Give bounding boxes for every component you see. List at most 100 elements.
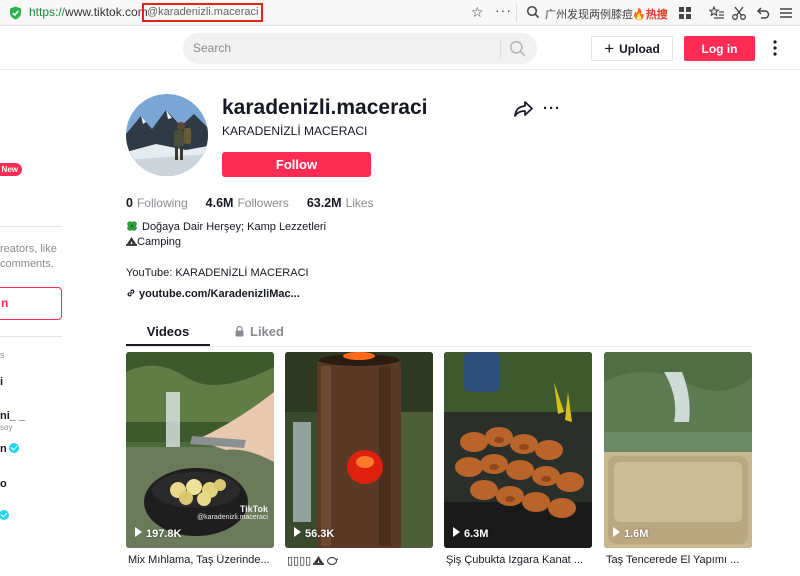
search-icon[interactable]: [526, 5, 540, 19]
profile-avatar: [126, 94, 208, 176]
view-count-value: 197.8K: [146, 528, 182, 540]
browser-menu-icon[interactable]: [778, 5, 794, 21]
sidebar-promo-line2: comments.: [0, 258, 54, 270]
view-count-value: 1.6M: [624, 528, 649, 540]
followers-label: Followers: [237, 196, 289, 210]
video-card[interactable]: 56.3K: [285, 352, 433, 548]
url-scheme: https://: [29, 5, 66, 19]
sidebar-account-subtitle: soy: [0, 423, 13, 432]
browser-toolbar: https://www.tiktok.com @karadenizli.mace…: [0, 0, 800, 26]
play-icon: [613, 527, 620, 537]
upload-button[interactable]: + Upload: [591, 36, 673, 61]
profile-more-icon[interactable]: ···: [543, 100, 561, 117]
video-caption-text: ▯▯▯▯: [287, 555, 312, 567]
video-caption[interactable]: Taş Tencerede El Yapımı ...: [606, 554, 754, 566]
tab-videos[interactable]: Videos: [126, 318, 210, 346]
following-label: Following: [136, 196, 188, 210]
video-card[interactable]: TikTok @karadenizli.maceraci 197.8K: [126, 352, 274, 548]
bookmark-star-icon[interactable]: ☆: [471, 4, 484, 21]
video-card[interactable]: 6.3M: [444, 352, 592, 548]
bio-line1-text: Doğaya Dair Herşey; Kamp Lezzetleri: [142, 221, 327, 233]
followers-stat[interactable]: 4.6M Followers: [206, 196, 289, 210]
bio-line: Camping: [126, 236, 181, 248]
sidebar-account-name[interactable]: i: [0, 376, 3, 388]
camping-icon: [313, 556, 325, 565]
profile-nickname: KARADENİZLİ MACERACI: [222, 124, 368, 138]
sidebar-login-label: n: [1, 296, 9, 310]
view-count: 197.8K: [135, 527, 181, 540]
profile-stats: 0 Following 4.6M Followers 63.2M Likes: [126, 196, 392, 210]
avatar-image: [126, 94, 208, 176]
likes-count: 63.2M: [306, 196, 342, 210]
tab-liked-label: Liked: [250, 324, 284, 339]
sidebar-login-button[interactable]: n: [0, 287, 62, 320]
video-caption[interactable]: Mix Mıhlama, Taş Üzerinde...: [128, 554, 276, 566]
url-host: www.tiktok.com: [65, 5, 148, 19]
teapot-icon: [327, 556, 339, 565]
video-thumbnail: [444, 352, 592, 548]
news-ticker[interactable]: 广州发现两例膝痘: [545, 6, 633, 22]
upload-label: Upload: [619, 41, 660, 56]
sidebar-account-name: n: [0, 443, 7, 455]
more-options-icon[interactable]: [770, 39, 780, 57]
video-caption[interactable]: ▯▯▯▯: [287, 554, 435, 567]
video-caption[interactable]: Şiş Çubukta Izgara Kanat ...: [446, 554, 594, 566]
profile-link[interactable]: youtube.com/KaradenizliMac...: [126, 288, 300, 300]
bio-line: Doğaya Dair Herşey; Kamp Lezzetleri: [126, 220, 326, 233]
sidebar-account-item[interactable]: n: [0, 443, 19, 455]
video-thumbnail: [285, 352, 433, 548]
share-icon[interactable]: [514, 100, 533, 118]
undo-icon[interactable]: [755, 5, 771, 21]
view-count-value: 6.3M: [464, 528, 489, 540]
following-stat[interactable]: 0 Following: [126, 196, 188, 210]
search-divider: [500, 40, 501, 58]
toolbar-divider: [516, 4, 517, 22]
address-bar[interactable]: https://www.tiktok.com: [29, 5, 148, 19]
tab-liked[interactable]: Liked: [232, 318, 316, 346]
lock-icon: [235, 326, 244, 337]
scissors-icon[interactable]: [731, 5, 747, 21]
view-count: 6.3M: [453, 527, 488, 540]
following-count: 0: [126, 196, 133, 210]
camping-icon: [126, 237, 137, 246]
clover-icon: [127, 221, 137, 231]
search-bar[interactable]: Search: [183, 33, 537, 64]
verified-badge-icon: [0, 510, 9, 520]
verified-badge-icon: [8, 443, 19, 453]
view-count: 1.6M: [613, 527, 648, 540]
sidebar-account-name[interactable]: o: [0, 478, 7, 490]
apps-grid-icon[interactable]: [677, 5, 693, 21]
follow-button[interactable]: Follow: [222, 152, 371, 177]
followers-count: 4.6M: [205, 196, 234, 210]
video-card[interactable]: 1.6M: [604, 352, 752, 548]
url-path-highlight: @karadenizli.maceraci: [142, 3, 263, 22]
watermark-user: @karadenizli.maceraci: [197, 514, 268, 521]
search-input[interactable]: Search: [193, 41, 231, 55]
video-thumbnail: [604, 352, 752, 548]
plus-icon: +: [604, 39, 615, 58]
profile-link-text: youtube.com/KaradenizliMac...: [139, 288, 300, 300]
bio-youtube: YouTube: KARADENİZLİ MACERACI: [126, 267, 309, 279]
view-count-value: 56.3K: [305, 528, 335, 540]
play-icon: [135, 527, 142, 537]
tabs-divider: [126, 346, 752, 347]
bio-line2-text: Camping: [137, 236, 182, 248]
profile-username: karadenizli.maceraci: [222, 96, 428, 119]
hot-search-label[interactable]: 🔥热搜: [632, 6, 668, 22]
search-button-icon[interactable]: [509, 40, 526, 57]
sidebar-account-item[interactable]: [0, 510, 9, 522]
play-icon: [294, 527, 301, 537]
link-icon: [127, 289, 135, 297]
favorites-list-icon[interactable]: [709, 5, 725, 21]
likes-label: Likes: [345, 196, 374, 210]
sidebar-section-title: s: [0, 350, 5, 360]
view-count: 56.3K: [294, 527, 334, 540]
sidebar-divider: [0, 226, 62, 227]
login-button[interactable]: Log in: [684, 36, 755, 61]
page-menu-icon[interactable]: ···: [495, 2, 512, 18]
sidebar-account-name[interactable]: ni_ _: [0, 410, 25, 422]
sidebar-divider: [0, 336, 62, 337]
new-badge: New: [0, 163, 22, 176]
watermark-brand: TikTok: [239, 504, 268, 514]
likes-stat: 63.2M Likes: [307, 196, 374, 210]
